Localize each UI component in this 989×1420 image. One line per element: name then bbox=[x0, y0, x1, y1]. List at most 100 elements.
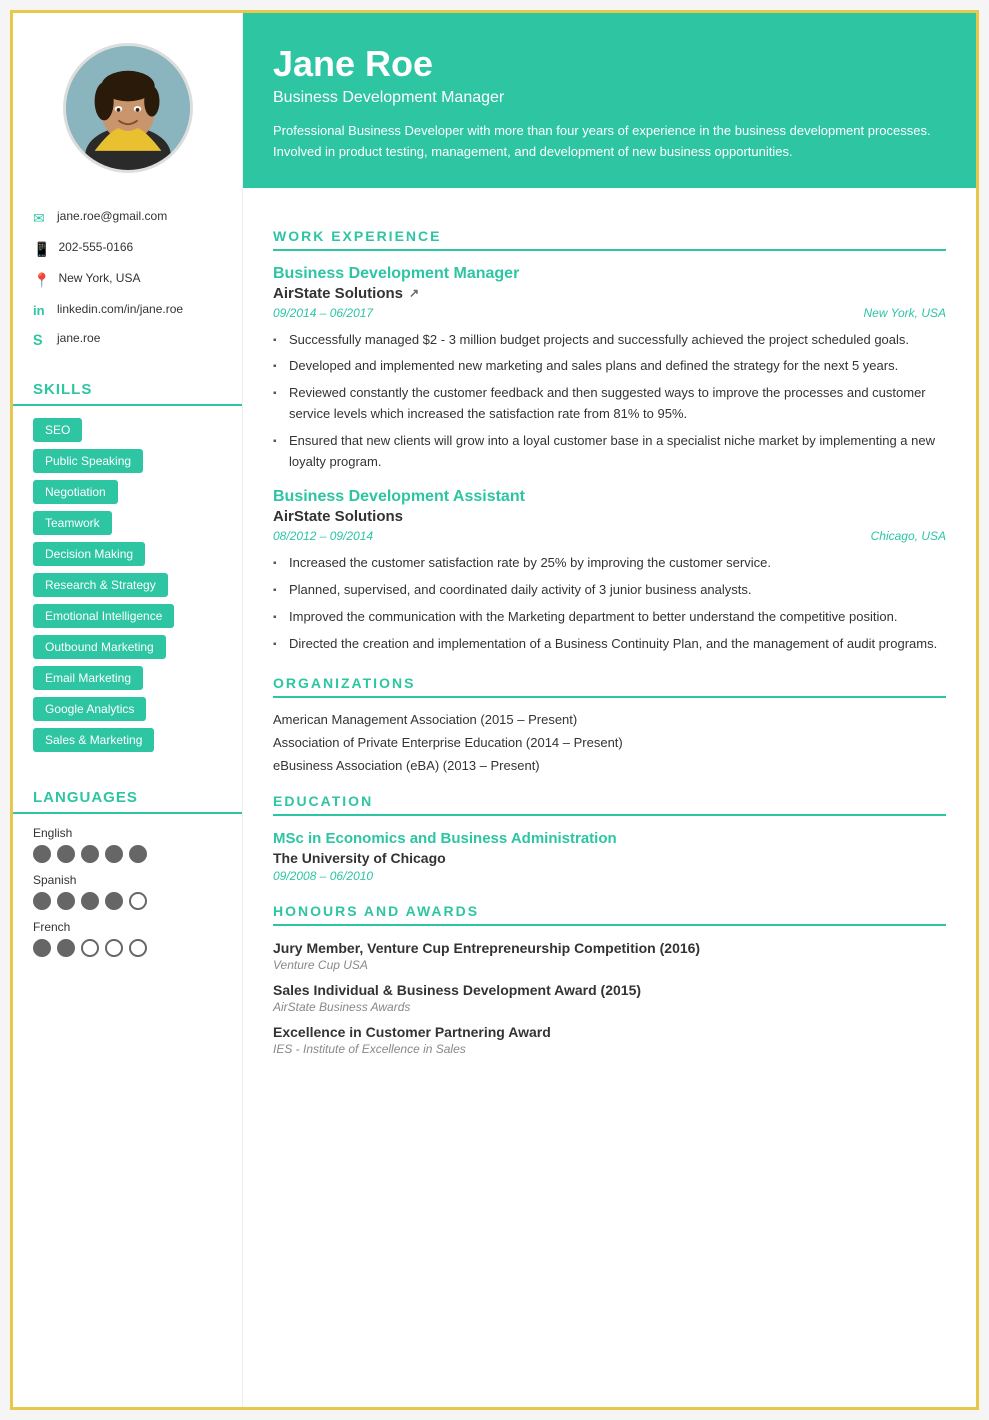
skill-tag: Research & Strategy bbox=[33, 573, 168, 597]
location-icon: 📍 bbox=[33, 272, 50, 289]
job-2-date: 08/2012 – 09/2014 bbox=[273, 529, 373, 543]
job-2: Business Development Assistant AirState … bbox=[273, 488, 946, 654]
skype-icon: 𝐒 bbox=[33, 332, 49, 349]
award-title: Sales Individual & Business Development … bbox=[273, 982, 946, 998]
languages-title: LANGUAGES bbox=[13, 779, 242, 814]
org-item: eBusiness Association (eBA) (2013 – Pres… bbox=[273, 758, 946, 773]
sidebar: ✉ jane.roe@gmail.com 📱 202-555-0166 📍 Ne… bbox=[13, 13, 243, 1407]
org-item: Association of Private Enterprise Educat… bbox=[273, 735, 946, 750]
skype-value: jane.roe bbox=[57, 330, 100, 347]
skills-section: SKILLS SEO Public Speaking Negotiation T… bbox=[13, 371, 242, 769]
skype-item: 𝐒 jane.roe bbox=[33, 330, 222, 349]
language-english: English bbox=[33, 826, 222, 863]
job-1-date: 09/2014 – 06/2017 bbox=[273, 306, 373, 320]
header-section: Jane Roe Business Development Manager Pr… bbox=[243, 13, 976, 188]
award-title: Jury Member, Venture Cup Entrepreneurshi… bbox=[273, 940, 946, 956]
language-dots bbox=[33, 845, 222, 863]
language-spanish: Spanish bbox=[33, 873, 222, 910]
dot bbox=[57, 939, 75, 957]
language-name: Spanish bbox=[33, 873, 222, 887]
candidate-name: Jane Roe bbox=[273, 43, 946, 85]
language-dots bbox=[33, 939, 222, 957]
job-1-bullets: Successfully managed $2 - 3 million budg… bbox=[273, 330, 946, 473]
skill-tag: SEO bbox=[33, 418, 82, 442]
dot bbox=[81, 892, 99, 910]
photo-section bbox=[13, 13, 242, 193]
dot bbox=[81, 845, 99, 863]
phone-value: 202-555-0166 bbox=[58, 239, 133, 256]
skill-tag: Emotional Intelligence bbox=[33, 604, 174, 628]
dot bbox=[129, 892, 147, 910]
bullet: Directed the creation and implementation… bbox=[273, 634, 946, 655]
linkedin-icon: in bbox=[33, 303, 49, 318]
company-name-text: AirState Solutions bbox=[273, 508, 403, 525]
email-icon: ✉ bbox=[33, 210, 49, 227]
bullet: Successfully managed $2 - 3 million budg… bbox=[273, 330, 946, 351]
job-2-title: Business Development Assistant bbox=[273, 488, 946, 506]
honours-list: Jury Member, Venture Cup Entrepreneurshi… bbox=[273, 940, 946, 1056]
skills-list: SEO Public Speaking Negotiation Teamwork… bbox=[13, 418, 242, 769]
dot bbox=[105, 939, 123, 957]
contact-section: ✉ jane.roe@gmail.com 📱 202-555-0166 📍 Ne… bbox=[13, 193, 242, 371]
organizations-title: ORGANIZATIONS bbox=[273, 675, 946, 698]
dot bbox=[129, 845, 147, 863]
skills-title: SKILLS bbox=[13, 371, 242, 406]
skill-tag: Google Analytics bbox=[33, 697, 146, 721]
bullet: Developed and implemented new marketing … bbox=[273, 356, 946, 377]
award-item: Excellence in Customer Partnering Award … bbox=[273, 1024, 946, 1056]
profile-photo bbox=[63, 43, 193, 173]
edu-degree: MSc in Economics and Business Administra… bbox=[273, 830, 946, 847]
job-1-meta: 09/2014 – 06/2017 New York, USA bbox=[273, 306, 946, 320]
dot bbox=[33, 939, 51, 957]
job-2-company: AirState Solutions bbox=[273, 508, 946, 525]
dot bbox=[57, 845, 75, 863]
bullet: Reviewed constantly the customer feedbac… bbox=[273, 383, 946, 425]
language-name: French bbox=[33, 920, 222, 934]
dot bbox=[33, 892, 51, 910]
job-2-bullets: Increased the customer satisfaction rate… bbox=[273, 553, 946, 654]
skill-tag: Email Marketing bbox=[33, 666, 143, 690]
linkedin-value: linkedin.com/in/jane.roe bbox=[57, 301, 183, 318]
education-title: EDUCATION bbox=[273, 793, 946, 816]
resume-container: ✉ jane.roe@gmail.com 📱 202-555-0166 📍 Ne… bbox=[10, 10, 979, 1410]
bullet: Ensured that new clients will grow into … bbox=[273, 431, 946, 473]
bullet: Planned, supervised, and coordinated dai… bbox=[273, 580, 946, 601]
award-title: Excellence in Customer Partnering Award bbox=[273, 1024, 946, 1040]
organizations-list: American Management Association (2015 – … bbox=[273, 712, 946, 773]
dot bbox=[129, 939, 147, 957]
bullet: Improved the communication with the Mark… bbox=[273, 607, 946, 628]
email-item: ✉ jane.roe@gmail.com bbox=[33, 208, 222, 227]
languages-section: LANGUAGES English Spanish bbox=[13, 779, 242, 957]
award-subtitle: AirState Business Awards bbox=[273, 1000, 946, 1014]
job-1-location: New York, USA bbox=[864, 306, 946, 320]
dot bbox=[33, 845, 51, 863]
award-item: Jury Member, Venture Cup Entrepreneurshi… bbox=[273, 940, 946, 972]
award-subtitle: IES - Institute of Excellence in Sales bbox=[273, 1042, 946, 1056]
skill-tag: Decision Making bbox=[33, 542, 145, 566]
skill-tag: Teamwork bbox=[33, 511, 112, 535]
candidate-bio: Professional Business Developer with mor… bbox=[273, 121, 946, 163]
candidate-title: Business Development Manager bbox=[273, 89, 946, 107]
job-2-location: Chicago, USA bbox=[871, 529, 946, 543]
education-list: MSc in Economics and Business Administra… bbox=[273, 830, 946, 883]
main-content: Jane Roe Business Development Manager Pr… bbox=[243, 13, 976, 1407]
dot bbox=[105, 892, 123, 910]
resume-body: WORK EXPERIENCE Business Development Man… bbox=[243, 188, 976, 1086]
location-value: New York, USA bbox=[58, 270, 140, 287]
language-dots bbox=[33, 892, 222, 910]
edu-date: 09/2008 – 06/2010 bbox=[273, 869, 946, 883]
job-2-meta: 08/2012 – 09/2014 Chicago, USA bbox=[273, 529, 946, 543]
dot bbox=[57, 892, 75, 910]
skill-tag: Negotiation bbox=[33, 480, 118, 504]
award-item: Sales Individual & Business Development … bbox=[273, 982, 946, 1014]
job-1: Business Development Manager AirState So… bbox=[273, 265, 946, 473]
job-1-company: AirState Solutions ↗ bbox=[273, 285, 946, 302]
language-name: English bbox=[33, 826, 222, 840]
skill-tag: Sales & Marketing bbox=[33, 728, 154, 752]
award-subtitle: Venture Cup USA bbox=[273, 958, 946, 972]
phone-icon: 📱 bbox=[33, 241, 50, 258]
bullet: Increased the customer satisfaction rate… bbox=[273, 553, 946, 574]
language-french: French bbox=[33, 920, 222, 957]
languages-list: English Spanish bbox=[13, 826, 242, 957]
edu-school: The University of Chicago bbox=[273, 850, 946, 866]
